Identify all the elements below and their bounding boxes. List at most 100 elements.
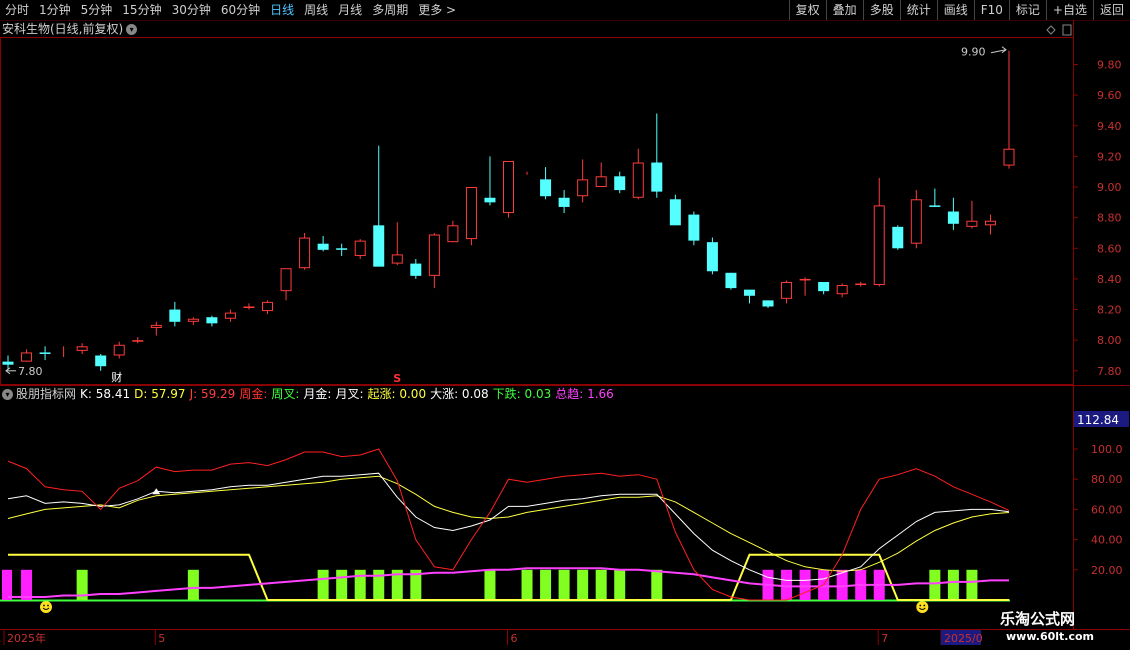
indicator-item-4: 周叉:	[271, 387, 300, 401]
price-tick-label: 8.00	[1097, 334, 1122, 347]
candle-body	[577, 179, 589, 197]
candle-body	[503, 160, 514, 214]
candle-body	[762, 300, 774, 307]
chevron-down-icon[interactable]: ▾	[2, 389, 13, 400]
candle-31	[577, 159, 589, 203]
candle-36	[669, 194, 681, 226]
candle-body	[614, 176, 626, 191]
indicator-item-10: 总趋: 1.66	[555, 387, 614, 401]
price-tick-label: 9.80	[1097, 59, 1122, 72]
watermark-url: www.60lt.com	[1006, 630, 1095, 643]
smiley-eye	[47, 604, 49, 607]
candle-body	[743, 289, 755, 296]
green-bar-17	[317, 569, 329, 600]
price-tick-label: 7.80	[1097, 365, 1122, 378]
candle-body	[373, 225, 385, 267]
candle-body	[169, 309, 181, 322]
candle-15	[280, 268, 292, 301]
green-bar-51	[947, 569, 959, 600]
candle-38	[706, 237, 718, 275]
magenta-bar-left	[2, 569, 12, 600]
candle-body	[632, 162, 644, 198]
candle-25	[465, 187, 477, 246]
price-tick-label: 8.20	[1097, 304, 1122, 317]
candle-body	[873, 205, 885, 286]
xaxis-label-0: 2025年	[7, 631, 46, 645]
k-line	[7, 472, 1010, 581]
candle-4	[76, 343, 88, 354]
candle-2	[39, 346, 51, 361]
candle-13	[243, 303, 255, 310]
candle-11	[206, 315, 218, 327]
candle-body	[669, 199, 681, 226]
low-price-label: 7.80	[18, 365, 43, 378]
price-tick-label: 9.60	[1097, 89, 1122, 102]
d-line	[7, 475, 1010, 572]
green-bar-10	[187, 569, 199, 600]
candle-42	[781, 280, 793, 304]
candle-33	[614, 171, 626, 194]
sell-marker: S	[393, 372, 401, 385]
event-marker-cai: 财	[111, 370, 122, 384]
candle-body	[76, 346, 88, 351]
candle-body	[892, 226, 904, 249]
candle-body	[354, 240, 366, 256]
candle-body	[947, 211, 959, 224]
smiley-face	[916, 601, 929, 613]
candle-9	[169, 301, 181, 327]
indicator-item-9: 下跌: 0.03	[492, 387, 552, 401]
candle-21	[391, 222, 403, 266]
candle-body	[299, 237, 311, 269]
candle-body	[966, 220, 978, 227]
candle-52	[966, 200, 978, 229]
green-bar-50	[929, 569, 941, 600]
smiley-icon-left	[40, 601, 52, 613]
watermark: 乐淘公式网 www.60lt.com	[1000, 608, 1120, 648]
green-bar-35	[651, 569, 663, 600]
candle-body	[818, 281, 830, 292]
candle-body	[465, 187, 477, 240]
price-tick-label: 9.20	[1097, 150, 1122, 163]
green-bar-20	[373, 569, 385, 600]
green-bar-29	[540, 569, 552, 600]
green-bar-30	[558, 569, 570, 600]
indicator-item-0: K: 58.41	[80, 387, 131, 401]
candle-body	[21, 352, 33, 362]
candle-23	[428, 232, 440, 289]
smiley-eye	[919, 604, 922, 607]
candle-50	[929, 188, 941, 207]
candle-53	[984, 214, 996, 235]
candle-body	[558, 197, 570, 207]
candle-body	[984, 220, 996, 226]
candle-body	[243, 306, 255, 309]
candle-body	[855, 283, 867, 286]
candle-body	[39, 352, 51, 354]
indicator-item-5: 月金:	[303, 387, 332, 401]
price-tick-label: 8.60	[1097, 242, 1122, 255]
candle-45	[836, 283, 848, 298]
candle-body	[725, 272, 737, 289]
candle-12	[224, 309, 236, 322]
candle-16	[299, 232, 311, 270]
candle-body	[540, 179, 552, 197]
candle-body	[651, 162, 663, 192]
candle-body	[929, 205, 941, 207]
magenta-bar-43	[799, 569, 811, 600]
candle-body	[706, 242, 718, 272]
smiley-icon-right	[916, 601, 929, 613]
chart-canvas[interactable]: 9.80 9.60 9.40 9.20 9.00 8.80 8.60 8.40 8.20 8.00…	[0, 0, 1130, 650]
high-price-label: 9.90	[961, 46, 986, 59]
xaxis-label-2: 6	[511, 632, 518, 645]
indicator-item-3: 周金:	[239, 387, 268, 401]
candle-body	[336, 248, 348, 250]
magenta-bar-42	[781, 569, 793, 600]
candle-body	[187, 318, 199, 322]
green-bar-28	[521, 569, 533, 600]
candle-body	[262, 301, 274, 312]
candle-body	[799, 278, 811, 281]
candle-body	[317, 243, 329, 250]
candle-27	[503, 160, 514, 218]
candle-22	[410, 259, 422, 279]
candle-body	[224, 312, 236, 319]
candle-0	[2, 355, 14, 370]
